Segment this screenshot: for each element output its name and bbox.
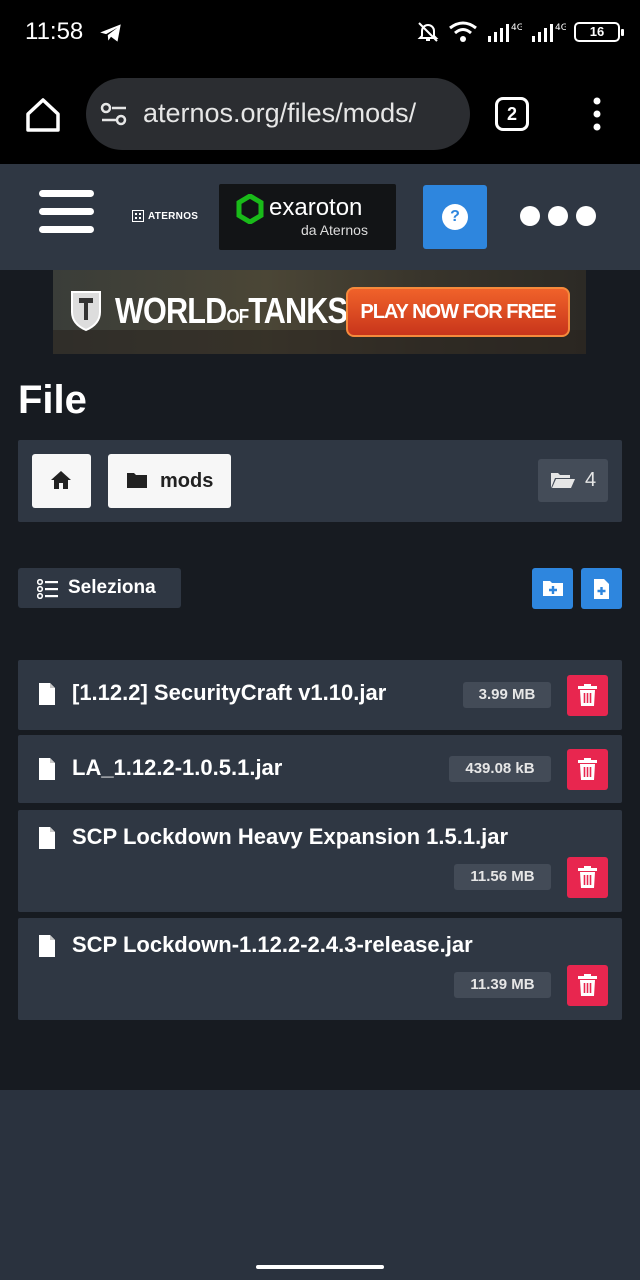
trash-icon <box>578 758 597 780</box>
breadcrumb-home-button[interactable] <box>32 454 91 508</box>
file-row[interactable]: LA_1.12.2-1.0.5.1.jar 439.08 kB <box>18 735 622 803</box>
ad-title: WORLDOFTANKS <box>115 290 348 331</box>
address-bar[interactable]: aternos.org/files/mods/ <box>86 78 470 150</box>
breadcrumb: mods 4 <box>18 440 622 522</box>
help-icon: ? <box>442 204 468 230</box>
exaroton-subtitle: da Aternos <box>301 222 368 238</box>
trash-icon <box>578 866 597 888</box>
status-bar: 11:58 4G 4G 16 <box>0 0 640 66</box>
file-name: LA_1.12.2-1.0.5.1.jar <box>72 755 283 780</box>
browser-toolbar: aternos.org/files/mods/ 2 <box>0 66 640 164</box>
exaroton-banner[interactable]: exaroton da Aternos <box>219 184 396 250</box>
list-check-icon <box>37 579 58 599</box>
file-row[interactable]: [1.12.2] SecurityCraft v1.10.jar 3.99 MB <box>18 660 622 730</box>
delete-button[interactable] <box>567 965 608 1006</box>
select-button[interactable]: Seleziona <box>18 568 181 608</box>
folder-count-value: 4 <box>585 469 597 491</box>
browser-home-icon[interactable] <box>22 94 64 136</box>
file-icon <box>39 758 55 780</box>
more-options-icon[interactable] <box>520 206 596 228</box>
file-name: SCP Lockdown-1.12.2-2.4.3-release.jar <box>72 932 473 957</box>
folder-count-badge: 4 <box>538 459 608 502</box>
trash-icon <box>578 974 597 996</box>
status-time: 11:58 <box>25 18 84 45</box>
site-settings-icon[interactable] <box>100 100 128 128</box>
signal-icon-1: 4G <box>488 23 522 42</box>
aternos-logo-icon <box>132 210 144 222</box>
new-folder-button[interactable] <box>532 568 573 609</box>
file-row[interactable]: SCP Lockdown-1.12.2-2.4.3-release.jar 11… <box>18 918 622 1020</box>
file-name: [1.12.2] SecurityCraft v1.10.jar <box>72 680 387 705</box>
telegram-icon <box>100 24 121 42</box>
folder-icon <box>127 473 147 488</box>
aternos-logo[interactable]: ATERNOS <box>132 210 198 222</box>
file-icon <box>39 827 55 849</box>
home-icon <box>51 471 71 489</box>
trash-icon <box>578 684 597 706</box>
exaroton-name: exaroton <box>269 194 363 221</box>
hamburger-menu-icon[interactable] <box>39 190 94 240</box>
browser-menu-icon[interactable] <box>588 96 606 132</box>
world-of-tanks-shield-icon <box>71 291 101 332</box>
battery-icon: 16 <box>574 22 624 42</box>
file-size-badge: 11.56 MB <box>454 864 551 890</box>
new-file-button[interactable] <box>581 568 622 609</box>
breadcrumb-folder-label: mods <box>160 470 214 492</box>
wifi-icon <box>449 21 477 42</box>
ad-banner[interactable]: WORLDOFTANKS PLAY NOW FOR FREE <box>53 270 586 354</box>
breadcrumb-folder-button[interactable]: mods <box>108 454 231 508</box>
file-size-badge: 3.99 MB <box>463 682 551 708</box>
select-label: Seleziona <box>68 577 156 598</box>
network-label-1: 4G <box>511 23 522 33</box>
page-title: File <box>18 378 87 422</box>
file-plus-icon <box>594 579 609 599</box>
aternos-logo-text: ATERNOS <box>148 210 199 222</box>
ad-cta-button[interactable]: PLAY NOW FOR FREE <box>346 287 570 337</box>
mute-bell-icon <box>417 22 439 42</box>
status-indicators: 4G 4G 16 <box>416 18 624 46</box>
delete-button[interactable] <box>567 857 608 898</box>
folder-plus-icon <box>543 581 563 596</box>
home-gesture-handle[interactable] <box>256 1265 384 1269</box>
folder-open-icon <box>551 473 575 488</box>
signal-icon-2: 4G <box>532 23 566 42</box>
delete-button[interactable] <box>567 675 608 716</box>
tab-switcher-button[interactable]: 2 <box>495 97 529 131</box>
url-text: aternos.org/files/mods/ <box>143 98 417 128</box>
exaroton-logo-icon <box>236 194 264 224</box>
file-icon <box>39 683 55 705</box>
delete-button[interactable] <box>567 749 608 790</box>
help-button[interactable]: ? <box>423 185 487 249</box>
file-size-badge: 11.39 MB <box>454 972 551 998</box>
file-icon <box>39 935 55 957</box>
file-size-badge: 439.08 kB <box>449 756 551 782</box>
page-footer-area <box>0 1090 640 1250</box>
file-row[interactable]: SCP Lockdown Heavy Expansion 1.5.1.jar 1… <box>18 810 622 912</box>
network-label-2: 4G <box>555 23 566 33</box>
file-name: SCP Lockdown Heavy Expansion 1.5.1.jar <box>72 824 509 849</box>
